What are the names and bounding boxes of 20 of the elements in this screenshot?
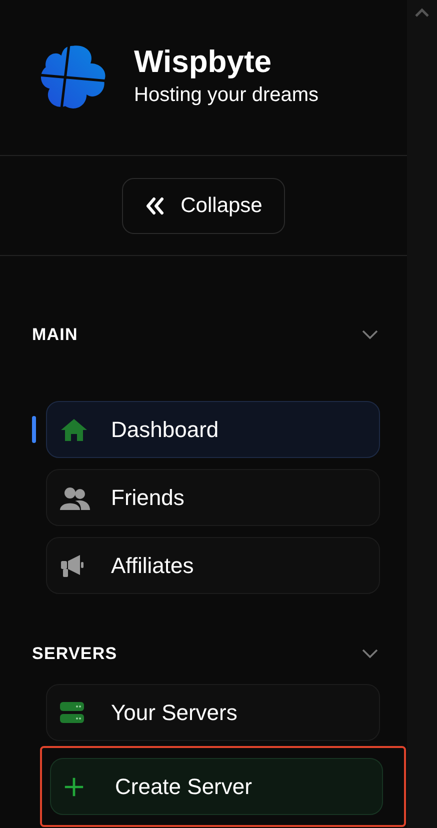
house-icon [60, 418, 88, 442]
nav-item[interactable]: Create Server [50, 758, 383, 815]
section-heading: SERVERS [32, 644, 118, 664]
chevron-down-icon[interactable] [362, 649, 378, 659]
app-tagline: Hosting your dreams [134, 83, 319, 108]
app-title: Wispbyte [134, 44, 273, 80]
people-icon [60, 486, 90, 510]
scrollbar[interactable] [407, 0, 437, 828]
double-chevron-left-icon [144, 197, 165, 215]
nav-item[interactable]: Your Servers [46, 684, 380, 741]
nav-item[interactable]: Friends [46, 469, 380, 526]
collapse-button[interactable]: Collapse [122, 178, 286, 234]
plus-icon [64, 776, 84, 796]
nav-item[interactable]: Affiliates [46, 537, 380, 594]
nav-item[interactable]: Dashboard [46, 401, 380, 458]
section-heading: MAIN [32, 325, 78, 345]
scroll-up-icon[interactable] [415, 8, 429, 17]
chevron-down-icon[interactable] [362, 330, 378, 340]
server-icon [60, 702, 84, 724]
megaphone-icon [60, 554, 84, 578]
